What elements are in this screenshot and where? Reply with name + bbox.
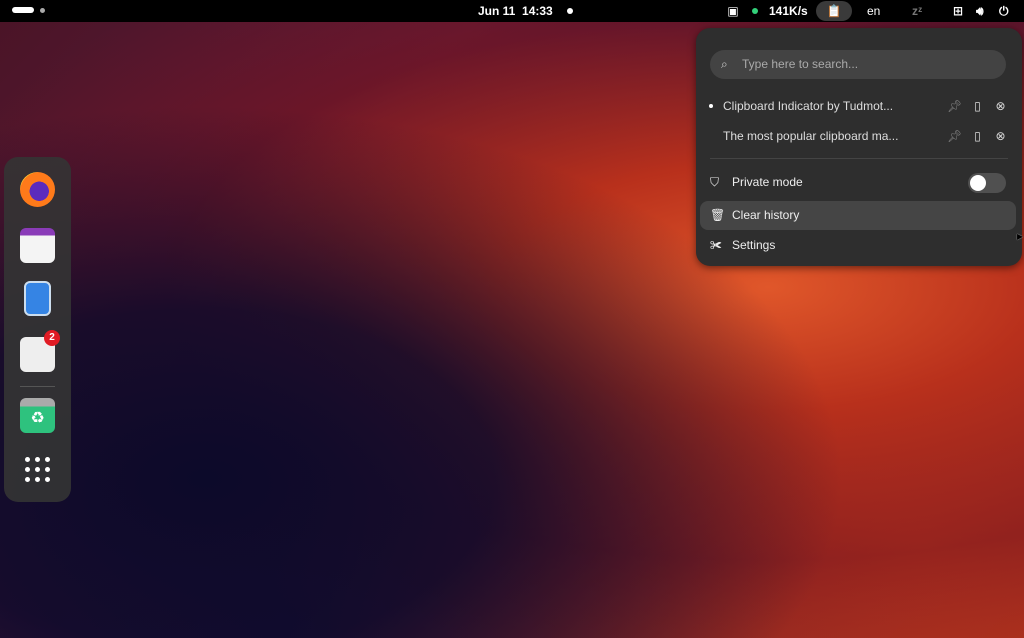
trash-icon: 🗑︎ [710, 208, 726, 222]
activities-indicator[interactable] [12, 7, 34, 13]
clipboard-item-text: Clipboard Indicator by Tudmot... [723, 99, 894, 113]
dock: 2 ♻ [4, 157, 71, 502]
notification-dot [567, 8, 573, 14]
settings-button[interactable]: ✀ Settings [700, 231, 1016, 260]
clipboard-item-text: The most popular clipboard ma... [723, 129, 899, 143]
trash-icon[interactable]: ♻ [20, 398, 55, 433]
pin-icon[interactable]: 📌︎ [947, 125, 962, 147]
remove-icon[interactable]: ⊗ [993, 125, 1008, 147]
copy-icon[interactable]: ▯ [970, 125, 985, 147]
software-icon[interactable]: 2 [20, 330, 60, 372]
divider [710, 158, 1008, 159]
status-green-dot-icon [752, 8, 758, 14]
search-input[interactable]: ⌕ Type here to search... [710, 50, 1006, 79]
volume-icon[interactable]: 🔊︎ [976, 0, 984, 22]
private-mode-row[interactable]: ⛉ Private mode [700, 168, 1016, 197]
clipboard-item[interactable]: Clipboard Indicator by Tudmot... 📌︎ ▯ ⊗ [709, 95, 1008, 117]
clear-history-button[interactable]: 🗑︎ Clear history [700, 201, 1016, 230]
active-bullet-icon [709, 104, 713, 108]
files-icon[interactable] [24, 281, 51, 316]
firefox-icon[interactable] [20, 172, 55, 207]
clock[interactable]: Jun 11 14:33 [478, 0, 553, 22]
search-icon: ⌕ [721, 57, 728, 71]
mouse-cursor-icon: ▸ [1017, 229, 1024, 243]
shield-icon: ⛉ [710, 175, 720, 189]
clear-history-label: Clear history [732, 208, 800, 222]
net-speed[interactable]: 141K/s [769, 0, 808, 22]
update-badge: 2 [44, 330, 60, 346]
copy-icon[interactable]: ▯ [970, 95, 985, 117]
power-icon[interactable]: ⏻ [999, 0, 1009, 22]
language-indicator[interactable]: en [867, 0, 880, 22]
calendar-icon[interactable] [20, 228, 55, 263]
settings-icon: ✀ [710, 238, 722, 252]
sleep-icon[interactable]: zᶻ [912, 0, 922, 22]
network-icon[interactable]: ⊞ [953, 0, 963, 22]
workspace-dot[interactable] [40, 8, 45, 13]
show-apps-icon[interactable] [25, 457, 51, 483]
top-bar: Jun 11 14:33 ▣ 141K/s 📋 en zᶻ ⊞ 🔊︎ ⏻ [0, 0, 1024, 22]
dock-separator [20, 386, 55, 387]
settings-label: Settings [732, 238, 776, 252]
time: 14:33 [522, 4, 553, 18]
clipboard-menu: ⌕ Type here to search... Clipboard Indica… [696, 28, 1022, 266]
clipboard-item[interactable]: The most popular clipboard ma... 📌︎ ▯ ⊗ [710, 125, 1008, 147]
private-mode-toggle[interactable] [968, 173, 1006, 193]
search-placeholder: Type here to search... [742, 57, 859, 71]
private-mode-label: Private mode [732, 175, 803, 189]
remove-icon[interactable]: ⊗ [993, 95, 1008, 117]
clipboard-indicator-button[interactable]: 📋 [816, 1, 852, 21]
screenshot-icon[interactable]: ▣ [726, 0, 740, 22]
date: Jun 11 [478, 4, 516, 18]
pin-icon[interactable]: 📌︎ [947, 95, 962, 117]
